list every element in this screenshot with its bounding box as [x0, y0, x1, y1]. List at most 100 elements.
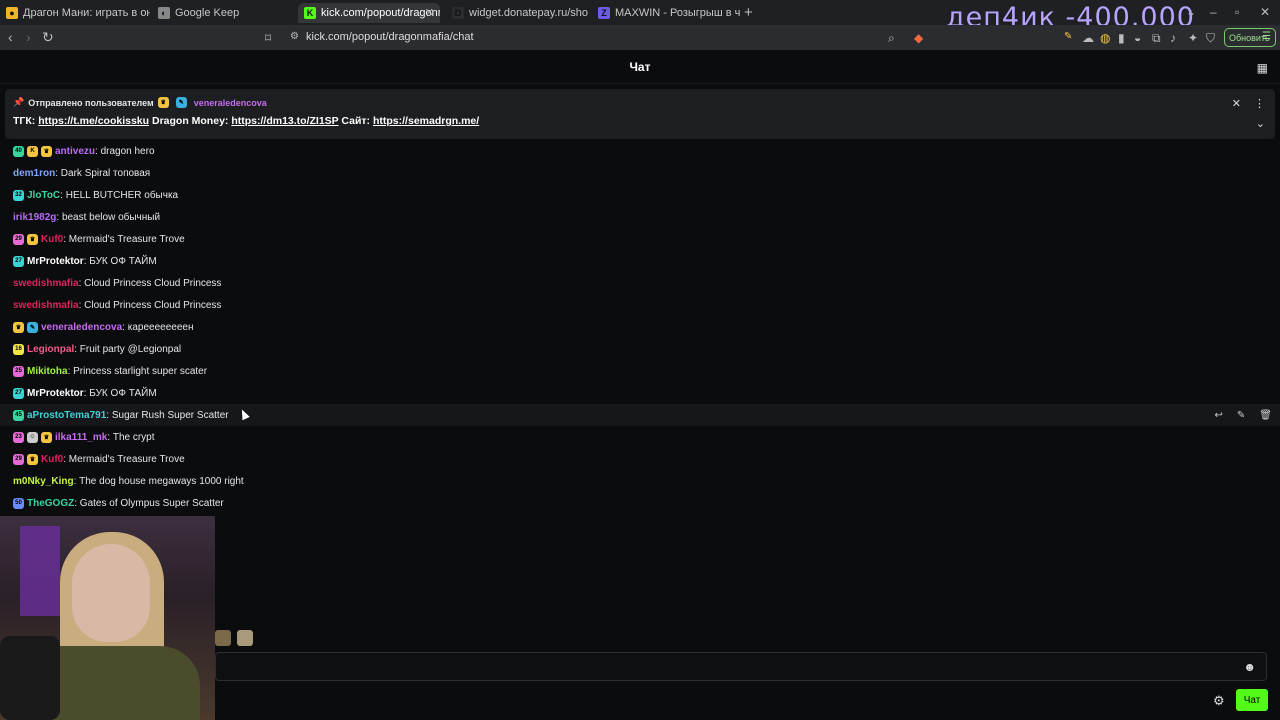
send-chat-button[interactable]: Чат: [1236, 689, 1268, 711]
chat-message[interactable]: 29 ♛ Kuf0: Mermaid's Treasure Trove: [0, 228, 1280, 250]
message-username[interactable]: Kuf0: [41, 454, 63, 465]
emoji-icon[interactable]: ☻: [1243, 660, 1256, 674]
message-text: кареееееееен: [127, 321, 194, 333]
message-text: HELL BUTCHER обычка: [65, 189, 179, 201]
back-icon[interactable]: ‹: [8, 29, 13, 45]
security-icon[interactable]: ⛉: [1206, 31, 1215, 46]
message-username[interactable]: Mikitoha: [27, 366, 68, 377]
user-badge-icon: 29: [13, 233, 24, 245]
browser-tab[interactable]: Kkick.com/popout/dragonmafia/…✕: [298, 3, 440, 23]
message-username[interactable]: veneraledencova: [41, 322, 122, 333]
sparkle-icon[interactable]: ✦: [1188, 31, 1198, 45]
extension-pen-icon[interactable]: ✎: [1064, 31, 1072, 42]
message-username[interactable]: m0Nky_King: [13, 476, 74, 487]
browser-tab[interactable]: ◐ Google Keep: [152, 3, 297, 23]
unpin-icon[interactable]: ✕: [1232, 97, 1241, 110]
emote-icon[interactable]: [237, 630, 253, 646]
pinned-text: ТГК: https://t.me/cookissku Dragon Money…: [13, 115, 480, 127]
chat-message[interactable]: 50 TheGOGZ: Gates of Olympus Super Scatte…: [0, 492, 1280, 514]
music-icon[interactable]: ♪: [1170, 31, 1176, 45]
chat-messages: 40 K ♛ antivezu: dragon hero dem1ron: Dark S…: [0, 140, 1280, 514]
chat-message[interactable]: m0Nky_King: The dog house megaways 1000 …: [0, 470, 1280, 492]
chat-message[interactable]: ♛ ✎ veneraledencova: кареееееееен: [0, 316, 1280, 338]
message-username[interactable]: swedishmafia: [13, 278, 79, 289]
new-tab-button[interactable]: +: [744, 4, 753, 21]
message-text: Mermaid's Treasure Trove: [68, 233, 185, 245]
update-button[interactable]: Обновить ☰: [1224, 28, 1276, 47]
bookmark-icon[interactable]: ⌑: [265, 31, 271, 45]
tab-label: kick.com/popout/dragonmafia/…: [321, 7, 440, 19]
zoom-icon[interactable]: ⌕: [888, 31, 895, 46]
chat-message[interactable]: 27 MrProtektor: БУК ОФ ТАЙМ: [0, 382, 1280, 404]
site-info-icon[interactable]: ⚙: [290, 31, 299, 42]
browser-tab[interactable]: Dwidget.donatepay.ru/showplayer…: [446, 3, 588, 23]
expand-chevron-icon[interactable]: ⌄: [1256, 117, 1265, 130]
message-username[interactable]: dem1ron: [13, 168, 55, 179]
chat-message[interactable]: 27 MrProtektor: БУК ОФ ТАЙМ: [0, 250, 1280, 272]
chat-input[interactable]: ☻: [215, 652, 1267, 681]
dragon-money-link[interactable]: https://dm13.to/ZI1SP: [231, 115, 338, 127]
message-username[interactable]: Legionpal: [27, 344, 74, 355]
menu-icon: ☰: [1262, 31, 1271, 42]
shield-icon[interactable]: ◆: [914, 31, 923, 45]
site-link[interactable]: https://semadrgn.me/: [373, 115, 479, 127]
chat-message[interactable]: 29 ♛ Kuf0: Mermaid's Treasure Trove: [0, 448, 1280, 470]
user-badge-icon: K: [27, 145, 38, 157]
close-tab-icon[interactable]: ✕: [425, 6, 434, 19]
chat-message[interactable]: 40 K ♛ antivezu: dragon hero: [0, 140, 1280, 162]
message-username[interactable]: antivezu: [55, 146, 95, 157]
chat-header: Чат ▦: [0, 50, 1280, 84]
gift-icon[interactable]: ▦: [1257, 61, 1268, 75]
message-username[interactable]: MrProtektor: [27, 256, 84, 267]
chat-message[interactable]: dem1ron: Dark Spiral топовая: [0, 162, 1280, 184]
user-badge-icon: ♛: [27, 453, 38, 465]
message-username[interactable]: JloToC: [27, 190, 60, 201]
url-field[interactable]: kick.com/popout/dragonmafia/chat: [306, 31, 474, 43]
message-text: Sugar Rush Super Scatter: [111, 409, 229, 421]
delete-icon[interactable]: 🗑: [1259, 410, 1272, 421]
tab-label: MAXWIN - Розыгрыш в чате Kick: [615, 7, 740, 19]
message-username[interactable]: TheGOGZ: [27, 498, 74, 509]
pinned-author[interactable]: veneraledencova: [194, 98, 267, 108]
extensions-icon[interactable]: ⧉: [1152, 31, 1161, 46]
reload-icon[interactable]: ↻: [42, 29, 54, 46]
reply-icon[interactable]: ↩: [1215, 410, 1223, 421]
chat-title: Чат: [629, 60, 651, 74]
browser-tab[interactable]: ● Драгон Мани: играть в онлайн каз…: [0, 3, 150, 23]
chat-message[interactable]: swedishmafia: Cloud Princess Cloud Princ…: [0, 272, 1280, 294]
message-username[interactable]: aProstoTema791: [27, 410, 106, 421]
chat-message[interactable]: 23 ☺ ♛ ilka111_mk: The crypt: [0, 426, 1280, 448]
message-text: beast below обычный: [61, 211, 161, 223]
extension-vpn-icon[interactable]: ◒: [1134, 31, 1141, 45]
message-username[interactable]: irik1982g: [13, 212, 56, 223]
address-bar: ‹ › ↻ ⌑ ⚙ kick.com/popout/dragonmafia/ch…: [0, 25, 1280, 50]
minimize-icon[interactable]: –: [1210, 5, 1217, 19]
chat-message[interactable]: 45 aProstoTema791: Sugar Rush Super Scatt…: [0, 404, 1280, 426]
extension-cloud-icon[interactable]: ☁: [1082, 31, 1094, 45]
user-badge-icon: 45: [13, 409, 24, 421]
chat-message[interactable]: swedishmafia: Cloud Princess Cloud Princ…: [0, 294, 1280, 316]
forward-icon[interactable]: ›: [26, 29, 31, 45]
message-username[interactable]: ilka111_mk: [55, 432, 107, 443]
browser-tab[interactable]: Z MAXWIN - Розыгрыш в чате Kick: [592, 3, 740, 23]
emote-icon[interactable]: [215, 630, 231, 646]
message-text: Fruit party @Legionpal: [79, 343, 182, 355]
extension-leaf-icon[interactable]: ◍: [1100, 31, 1110, 45]
message-text: The dog house megaways 1000 right: [79, 475, 244, 487]
close-window-icon[interactable]: ✕: [1260, 5, 1270, 19]
message-username[interactable]: swedishmafia: [13, 300, 79, 311]
chat-message[interactable]: irik1982g: beast below обычный: [0, 206, 1280, 228]
maximize-icon[interactable]: ▫: [1235, 5, 1239, 19]
message-username[interactable]: Kuf0: [41, 234, 63, 245]
chat-message[interactable]: 25 Mikitoha: Princess starlight super sca…: [0, 360, 1280, 382]
tgk-link[interactable]: https://t.me/cookissku: [38, 115, 149, 127]
more-options-icon[interactable]: ⋮: [1254, 97, 1265, 110]
chat-message[interactable]: 32 JloToC: HELL BUTCHER обычка: [0, 184, 1280, 206]
settings-gear-icon[interactable]: ⚙: [1213, 693, 1225, 709]
message-username[interactable]: MrProtektor: [27, 388, 84, 399]
user-badge-icon: ✎: [27, 321, 38, 333]
chat-message[interactable]: 16 Legionpal: Fruit party @Legionpal: [0, 338, 1280, 360]
extension-battery-icon[interactable]: ▮: [1118, 31, 1125, 45]
user-badge-icon: 27: [13, 387, 24, 399]
pin-message-icon[interactable]: ✎: [1237, 410, 1245, 421]
